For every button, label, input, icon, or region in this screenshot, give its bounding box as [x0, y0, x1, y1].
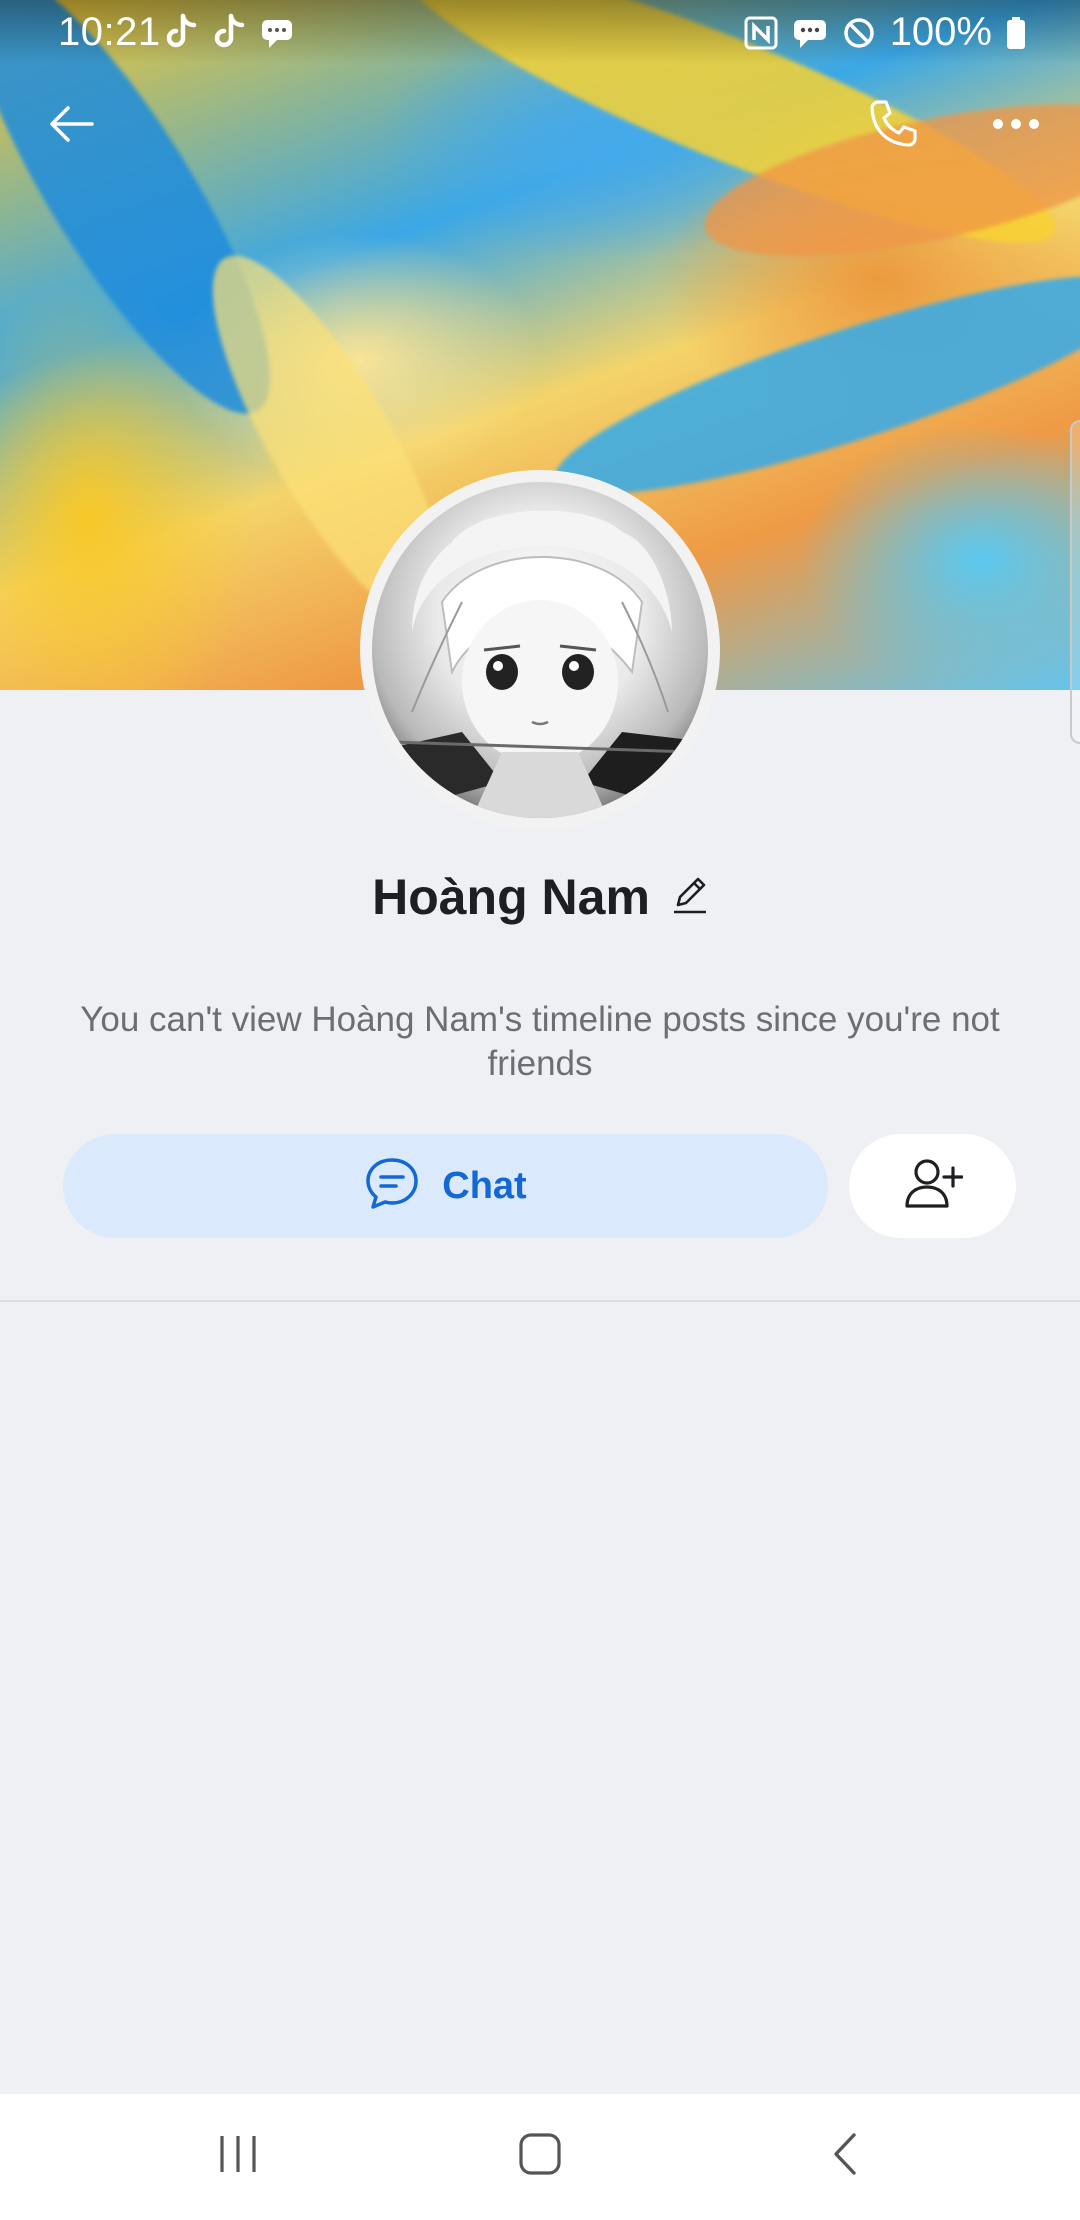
- pencil-icon[interactable]: [672, 875, 708, 920]
- add-friend-button[interactable]: [849, 1134, 1016, 1238]
- status-time: 10:21: [58, 10, 161, 54]
- chat-button-label: Chat: [442, 1164, 527, 1207]
- back-button[interactable]: [32, 86, 112, 166]
- arrow-left-icon: [48, 104, 96, 149]
- tiktok-icon: [163, 12, 199, 52]
- home-icon: [517, 2131, 563, 2182]
- phone-icon: [864, 96, 920, 157]
- system-back-button[interactable]: [795, 2116, 895, 2196]
- do-not-disturb-icon: [842, 16, 876, 50]
- notification-icons: [163, 12, 295, 52]
- recent-apps-button[interactable]: [188, 2116, 288, 2196]
- battery-percent: 100%: [889, 10, 992, 54]
- avatar-illustration: [372, 510, 708, 818]
- tiktok-icon: [211, 12, 247, 52]
- status-right-icons: 100%: [744, 10, 1026, 55]
- status-bar: 10:21 100%: [0, 0, 1080, 64]
- message-icon: [792, 16, 828, 50]
- back-icon: [828, 2131, 862, 2182]
- section-divider: [0, 1300, 1080, 1302]
- chat-button[interactable]: Chat: [63, 1134, 828, 1238]
- profile-screen: 10:21 100% Hoàng Nam You can't view Hoàn…: [0, 0, 1080, 2220]
- chat-bubble-icon: [364, 1156, 420, 1217]
- profile-name: Hoàng Nam: [372, 869, 650, 925]
- nfc-icon: [744, 16, 778, 50]
- battery-icon: [1006, 16, 1026, 50]
- more-button[interactable]: [976, 86, 1056, 166]
- system-nav-bar: [0, 2094, 1080, 2220]
- not-friends-notice: You can't view Hoàng Nam's timeline post…: [80, 1000, 1000, 1083]
- call-button[interactable]: [852, 86, 932, 166]
- profile-name-row: Hoàng Nam: [0, 868, 1080, 926]
- more-horizontal-icon: [991, 117, 1041, 136]
- avatar[interactable]: [372, 482, 708, 818]
- chat-notification-icon: [259, 12, 295, 52]
- home-button[interactable]: [490, 2116, 590, 2196]
- add-friend-icon: [903, 1156, 964, 1217]
- recent-apps-icon: [216, 2132, 260, 2181]
- edge-panel-handle[interactable]: [1070, 420, 1080, 744]
